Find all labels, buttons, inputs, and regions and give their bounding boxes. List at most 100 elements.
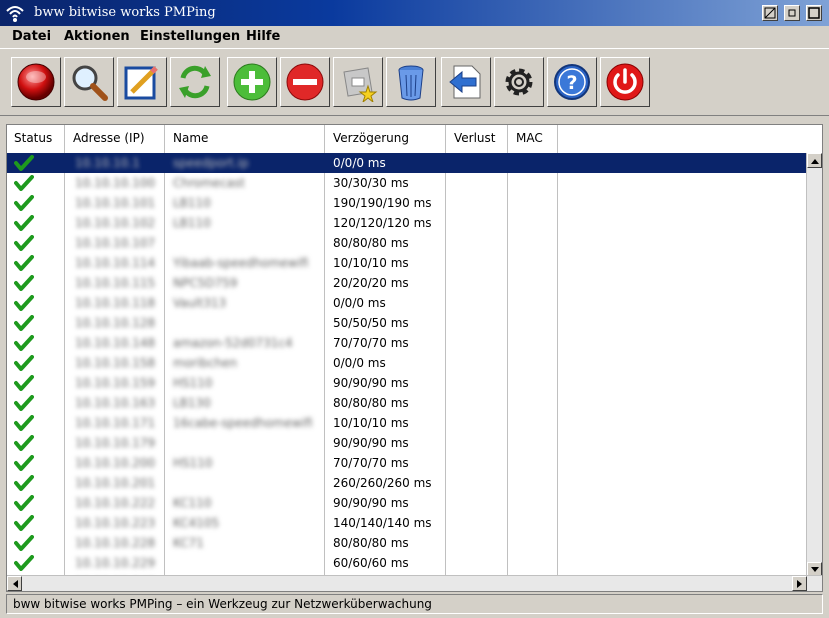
ok-check-icon (14, 495, 34, 511)
cell-delay: 0/0/0 ms (333, 296, 386, 310)
table-row[interactable]: 10.10.10.1 speedport.ip 0/0/0 ms (7, 153, 808, 173)
cell-delay: 80/80/80 ms (333, 396, 409, 410)
settings-button[interactable] (494, 57, 544, 107)
host-table: Status Adresse (IP) Name Verzögerung Ver… (6, 124, 823, 592)
table-row[interactable]: 10.10.10.107 80/80/80 ms (7, 233, 808, 253)
horizontal-scrollbar[interactable] (7, 575, 822, 591)
ok-check-icon (14, 475, 34, 491)
arrow-up-icon (810, 158, 819, 164)
col-address[interactable]: Adresse (IP) (73, 131, 145, 145)
table-row[interactable]: 10.10.10.171 16cabe-speedhomewifi 10/10/10… (7, 413, 808, 433)
maximize-icon (808, 7, 820, 19)
cell-delay: 10/10/10 ms (333, 416, 409, 430)
cell-ip: 10.10.10.1 (75, 156, 140, 170)
table-row[interactable]: 10.10.10.201 260/260/260 ms (7, 473, 808, 493)
ok-check-icon (14, 315, 34, 331)
table-row[interactable]: 10.10.10.229 60/60/60 ms (7, 553, 808, 573)
add-button[interactable] (227, 57, 277, 107)
table-row[interactable]: 10.10.10.223 KC4105 140/140/140 ms (7, 513, 808, 533)
ok-check-icon (14, 255, 34, 271)
cell-name: HS110 (173, 456, 213, 470)
cell-name: moribchen (173, 356, 238, 370)
col-delay[interactable]: Verzögerung (333, 131, 409, 145)
ok-check-icon (14, 455, 34, 471)
gear-icon (505, 68, 533, 96)
table-row[interactable]: 10.10.10.100 Chromecast 30/30/30 ms (7, 173, 808, 193)
menu-hilfe[interactable]: Hilfe (246, 29, 280, 44)
power-button[interactable] (600, 57, 650, 107)
table-row[interactable]: 10.10.10.114 Yibaab-speedhomewifi 10/10/10… (7, 253, 808, 273)
cell-ip: 10.10.10.223 (75, 516, 156, 530)
table-row[interactable]: 10.10.10.158 moribchen 0/0/0 ms (7, 353, 808, 373)
help-button[interactable]: ? (547, 57, 597, 107)
cell-ip: 10.10.10.107 (75, 236, 156, 250)
table-row[interactable]: 10.10.10.200 HS110 70/70/70 ms (7, 453, 808, 473)
ok-check-icon (14, 235, 34, 251)
cell-ip: 10.10.10.101 (75, 196, 156, 210)
wifi-icon[interactable] (5, 3, 25, 23)
cell-name: LB110 (173, 196, 211, 210)
ok-check-icon (14, 555, 34, 571)
cell-delay: 70/70/70 ms (333, 336, 409, 350)
cell-name: HS110 (173, 376, 213, 390)
power-icon (606, 63, 644, 101)
ok-check-icon (14, 275, 34, 291)
col-loss[interactable]: Verlust (454, 131, 496, 145)
cell-ip: 10.10.10.228 (75, 536, 156, 550)
trash-button[interactable] (386, 57, 436, 107)
network-star-icon (343, 67, 378, 102)
table-row[interactable]: 10.10.10.118 Vault313 0/0/0 ms (7, 293, 808, 313)
scroll-right-button[interactable] (792, 576, 807, 591)
col-name[interactable]: Name (173, 131, 208, 145)
table-row[interactable]: 10.10.10.102 LB110 120/120/120 ms (7, 213, 808, 233)
scroll-left-button[interactable] (7, 576, 22, 591)
ok-check-icon (14, 335, 34, 351)
network-favorite-button[interactable] (333, 57, 383, 107)
cell-ip: 10.10.10.148 (75, 336, 156, 350)
edit-icon (124, 66, 158, 100)
help-icon: ? (554, 64, 590, 100)
cell-delay: 20/20/20 ms (333, 276, 409, 290)
menu-einstellungen[interactable]: Einstellungen (140, 29, 240, 44)
ok-check-icon (14, 215, 34, 231)
table-row[interactable]: 10.10.10.101 LB110 190/190/190 ms (7, 193, 808, 213)
table-row[interactable]: 10.10.10.179 90/90/90 ms (7, 433, 808, 453)
menu-aktionen[interactable]: Aktionen (64, 29, 130, 44)
search-button[interactable] (64, 57, 114, 107)
resize-button[interactable] (762, 5, 778, 21)
scroll-up-button[interactable] (807, 153, 822, 168)
remove-button[interactable] (280, 57, 330, 107)
edit-button[interactable] (117, 57, 167, 107)
col-mac[interactable]: MAC (516, 131, 543, 145)
table-row[interactable]: 10.10.10.222 KC110 90/90/90 ms (7, 493, 808, 513)
ok-check-icon (14, 435, 34, 451)
maximize-button[interactable] (806, 5, 822, 21)
title-bar[interactable]: bww bitwise works PMPing (0, 0, 829, 26)
cell-name: speedport.ip (173, 156, 249, 170)
import-button[interactable] (441, 57, 491, 107)
record-button[interactable] (11, 57, 61, 107)
table-row[interactable]: 10.10.10.148 amazon-52d0731c4 70/70/70 ms (7, 333, 808, 353)
cell-name: Yibaab-speedhomewifi (173, 256, 309, 270)
refresh-button[interactable] (170, 57, 220, 107)
restore-icon (788, 9, 796, 17)
col-status[interactable]: Status (14, 131, 52, 145)
table-row[interactable]: 10.10.10.228 KC71 80/80/80 ms (7, 533, 808, 553)
table-row[interactable]: 10.10.10.115 NPC5D759 20/20/20 ms (7, 273, 808, 293)
ok-check-icon (14, 175, 34, 191)
cell-delay: 80/80/80 ms (333, 536, 409, 550)
cell-delay: 0/0/0 ms (333, 156, 386, 170)
table-row[interactable]: 10.10.10.128 50/50/50 ms (7, 313, 808, 333)
menu-datei[interactable]: Datei (12, 29, 51, 44)
cell-name: 16cabe-speedhomewifi (173, 416, 313, 430)
cell-delay: 0/0/0 ms (333, 356, 386, 370)
cell-delay: 50/50/50 ms (333, 316, 409, 330)
table-row[interactable]: 10.10.10.159 HS110 90/90/90 ms (7, 373, 808, 393)
cell-delay: 140/140/140 ms (333, 516, 432, 530)
table-row[interactable]: 10.10.10.163 LB130 80/80/80 ms (7, 393, 808, 413)
cell-ip: 10.10.10.159 (75, 376, 156, 390)
vertical-scrollbar[interactable] (806, 153, 822, 577)
cell-ip: 10.10.10.102 (75, 216, 156, 230)
cell-delay: 30/30/30 ms (333, 176, 409, 190)
restore-button[interactable] (784, 5, 800, 21)
